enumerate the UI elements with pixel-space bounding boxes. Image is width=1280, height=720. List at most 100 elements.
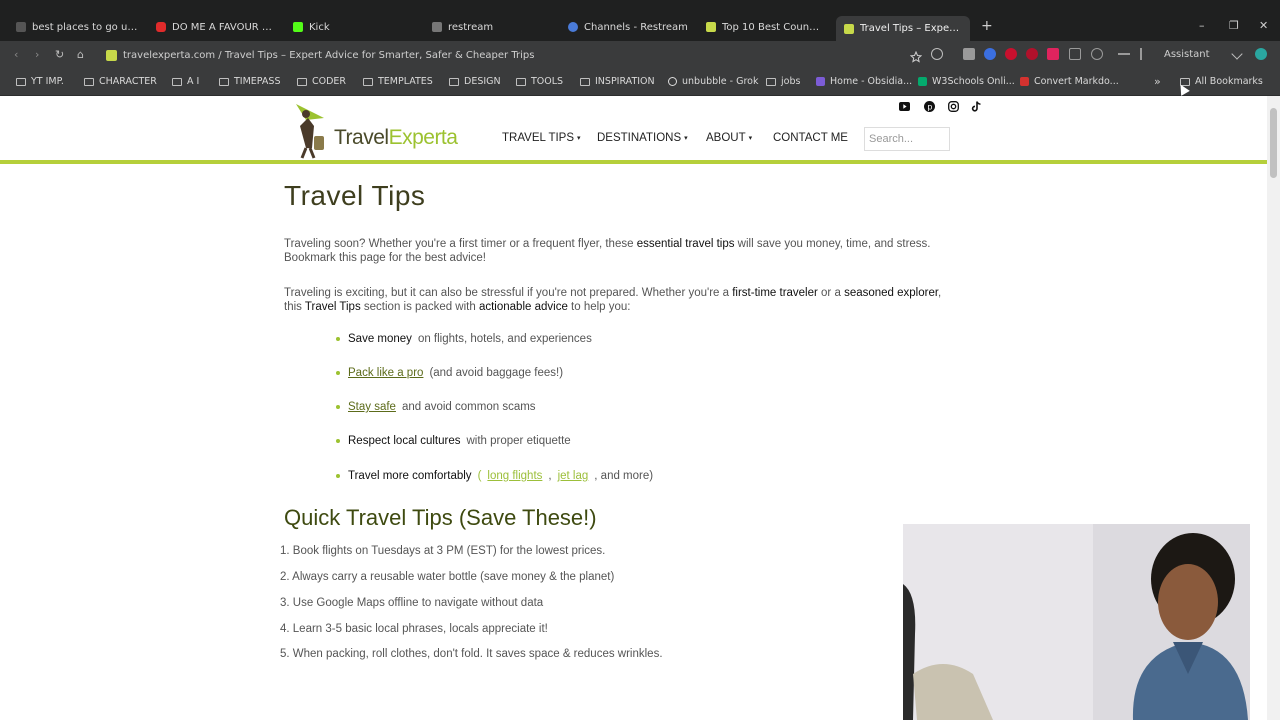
extension-red-icon[interactable] [1005,48,1017,60]
bookmark-unbubble-grok[interactable]: unbubble - Grok [668,76,758,87]
extension-blue-icon[interactable] [984,48,996,60]
tab-kick[interactable]: Kick [285,17,415,37]
bookmark-jobs[interactable]: jobs [766,76,800,87]
tab-label: Kick [309,21,330,33]
maximize-button[interactable]: ❐ [1229,18,1239,34]
bullet-icon [336,371,340,375]
tab-label: restream [448,21,494,33]
tab-restream[interactable]: restream [424,17,554,37]
youtube-icon[interactable] [899,101,910,112]
instagram-icon[interactable] [948,101,959,112]
text: Traveling soon? Whether you're a first t… [284,238,637,250]
w3schools-icon [918,77,927,86]
forward-button[interactable]: › [35,48,39,62]
bookmark-timepass[interactable]: TIMEPASS [219,76,280,87]
tab-channels-restream[interactable]: Channels - Restream [560,17,698,37]
bookmark-obsidian[interactable]: Home - Obsidia... [816,76,912,87]
share-icon[interactable] [931,48,943,60]
tab-top-10-countries[interactable]: Top 10 Best Countries to [698,17,830,37]
bookmark-label: Home - Obsidia... [830,76,913,87]
github-icon [432,22,442,32]
bookmark-inspiration[interactable]: INSPIRATION [580,76,655,87]
tab-label: best places to go using h [32,21,140,33]
minimize-button[interactable]: – [1199,18,1205,34]
bookmarks-overflow-button[interactable]: » [1154,75,1161,88]
bookmark-tools[interactable]: TOOLS [516,76,563,87]
tiktok-icon[interactable] [971,101,982,112]
bookmark-label: YT IMP. [31,76,64,87]
tab-do-me-a-favour[interactable]: DO ME A FAVOUR (Officia [148,17,280,37]
extension-record-icon[interactable] [1026,48,1038,60]
folder-icon [580,77,590,86]
reading-list-icon[interactable] [1091,48,1103,60]
logo-text-experta: Experta [388,126,458,149]
bookmark-ai[interactable]: A I [172,76,199,87]
reload-button[interactable]: ↻ [55,48,64,62]
kick-icon [293,22,303,32]
text: Traveling is exciting, but it can also b… [284,287,733,299]
profile-avatar-icon[interactable] [1255,48,1267,60]
bookmark-all-bookmarks[interactable]: All Bookmarks [1180,76,1263,87]
camera-extension-icon[interactable] [963,48,975,60]
jet-lag-link[interactable]: jet lag [558,470,589,482]
list-item-text: (and avoid baggage fees!) [429,367,564,379]
close-window-button[interactable]: ✕ [1259,18,1268,34]
nav-about[interactable]: ABOUT ▾ [706,132,752,144]
bookmark-label: Convert Markdo... [1034,76,1119,87]
pack-like-a-pro-link[interactable]: Pack like a pro [348,367,423,379]
bookmark-convert-markdown[interactable]: Convert Markdo... [1020,76,1119,87]
obsidian-icon [816,77,825,86]
stay-safe-link[interactable]: Stay safe [348,401,396,413]
home-button[interactable]: ⌂ [77,48,84,62]
bookmarks-bar: YT IMP. CHARACTER A I TIMEPASS CODER TEM… [0,69,1280,96]
site-logo[interactable]: TravelExperta [286,100,458,160]
list-item: Pack like a pro (and avoid baggage fees!… [336,367,563,379]
tab-label: Travel Tips – Expert Advic [860,23,962,34]
emphasis: first-time traveler [732,287,818,299]
quick-tip-item: 2. Always carry a reusable water bottle … [280,571,615,583]
bookmark-w3schools[interactable]: W3Schools Onli... [918,76,1015,87]
audio-wave-icon[interactable] [1140,48,1142,60]
tab-travel-tips[interactable]: Travel Tips – Expert Advic [836,16,970,41]
pocket-icon[interactable] [1047,48,1059,60]
tab-best-places[interactable]: best places to go using h [8,17,148,37]
tab-label: Channels - Restream [584,21,688,33]
menu-lines-icon[interactable] [1118,53,1130,55]
quick-tips-heading: Quick Travel Tips (Save These!) [284,505,597,530]
chevron-down-icon[interactable] [1231,48,1243,60]
back-button[interactable]: ‹ [14,48,18,62]
list-item: Respect local cultures with proper etiqu… [336,435,571,447]
site-search-input[interactable]: Search... [864,127,950,151]
assistant-button[interactable]: Assistant [1164,49,1210,60]
bookmark-star-icon[interactable] [909,48,923,63]
list-item-strong: Travel more comfortably [348,470,472,482]
bookmark-yt-imp[interactable]: YT IMP. [16,76,64,87]
scrollbar-thumb[interactable] [1270,108,1277,178]
tab-strip: best places to go using h DO ME A FAVOUR… [0,0,1280,41]
address-bar[interactable]: travelexperta.com / Travel Tips – Expert… [100,45,950,66]
bullet-icon [336,405,340,409]
nav-label: CONTACT ME [773,132,848,144]
text: section is packed with [360,301,479,313]
nav-travel-tips[interactable]: TRAVEL TIPS ▾ [502,132,581,144]
bookmark-label: DESIGN [464,76,501,87]
bookmark-design[interactable]: DESIGN [449,76,501,87]
new-tab-button[interactable]: + [981,18,993,34]
svg-text:p: p [927,103,932,112]
folder-icon [363,77,373,86]
bookmark-coder[interactable]: CODER [297,76,346,87]
bookmark-label: TIMEPASS [234,76,281,87]
page-scrollbar[interactable] [1267,96,1280,720]
grok-icon [668,77,677,86]
list-item: Travel more comfortably (long flights, j… [336,470,653,482]
list-item-text: , and more) [594,470,654,482]
bookmark-character[interactable]: CHARACTER [84,76,157,87]
bookmark-templates[interactable]: TEMPLATES [363,76,433,87]
puzzle-extensions-icon[interactable] [1069,48,1081,60]
nav-destinations[interactable]: DESTINATIONS ▾ [597,132,688,144]
list-item-strong: Save money [348,333,412,345]
long-flights-link[interactable]: long flights [487,470,542,482]
caret-down-icon: ▾ [577,135,581,142]
nav-contact-me[interactable]: CONTACT ME [773,132,848,144]
pinterest-icon[interactable]: p [924,101,935,112]
